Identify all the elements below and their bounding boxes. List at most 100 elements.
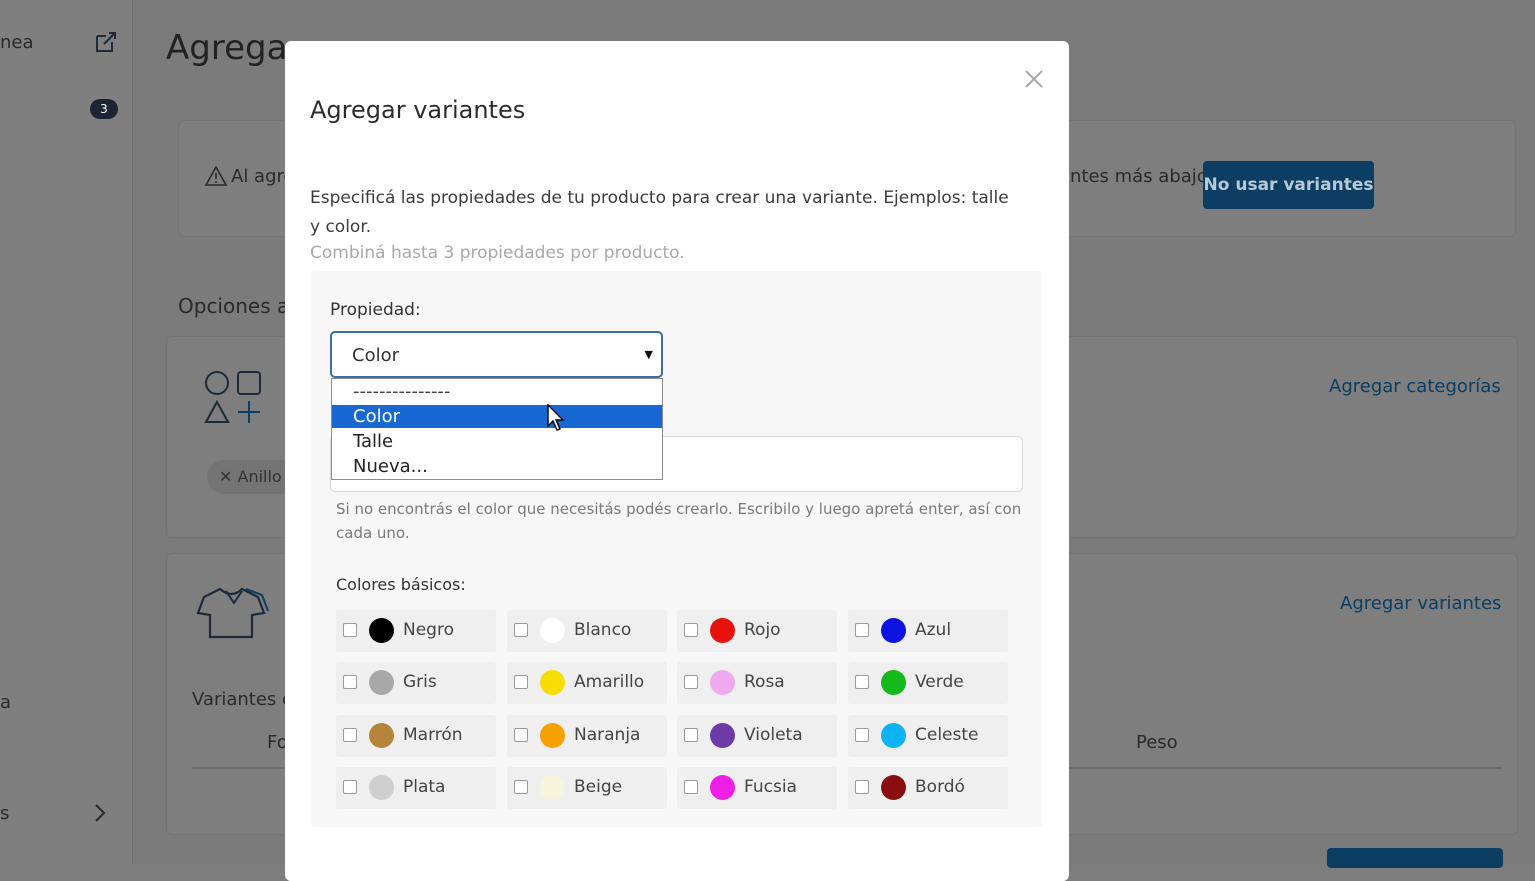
color-option-azul[interactable]: Azul (848, 610, 1008, 652)
sidebar-item-label[interactable]: s (0, 803, 9, 824)
color-option-fucsia[interactable]: Fucsia (677, 767, 837, 809)
color-help-text: Si no encontrás el color que necesitás p… (336, 500, 1022, 542)
color-option-verde[interactable]: Verde (848, 662, 1008, 704)
color-checkbox[interactable] (855, 675, 869, 689)
column-header-weight: Peso (1136, 732, 1178, 753)
color-option-label: Verde (915, 672, 964, 692)
color-dot-icon (369, 723, 394, 748)
color-option-naranja[interactable]: Naranja (507, 715, 667, 757)
dropdown-option-nueva[interactable]: Nueva... (332, 455, 662, 478)
dropdown-option-talle[interactable]: Talle (332, 430, 662, 453)
color-dot-icon (540, 618, 565, 643)
add-categories-link[interactable]: Agregar categorías (1329, 376, 1501, 397)
color-option-amarillo[interactable]: Amarillo (507, 662, 667, 704)
color-option-label: Negro (403, 620, 454, 640)
color-option-label: Celeste (915, 725, 979, 745)
color-option-beige[interactable]: Beige (507, 767, 667, 809)
property-dropdown-list: --------------- Color Talle Nueva... (331, 378, 663, 480)
color-checkbox[interactable] (343, 675, 357, 689)
color-checkbox[interactable] (514, 728, 528, 742)
color-option-blanco[interactable]: Blanco (507, 610, 667, 652)
dropdown-option-separator[interactable]: --------------- (332, 380, 662, 403)
color-dot-icon (881, 775, 906, 800)
color-option-negro[interactable]: Negro (336, 610, 496, 652)
color-option-label: Azul (915, 620, 952, 640)
property-select[interactable]: Color ▼ (330, 331, 663, 378)
dropdown-option-color[interactable]: Color (332, 405, 662, 428)
color-option-gris[interactable]: Gris (336, 662, 496, 704)
notification-badge: 3 (90, 99, 118, 119)
color-checkbox[interactable] (855, 728, 869, 742)
color-checkbox[interactable] (514, 780, 528, 794)
color-option-label: Plata (403, 777, 446, 797)
variants-heading: Variantes c (192, 689, 292, 710)
color-option-label: Gris (403, 672, 437, 692)
chip-label: Anillo (237, 467, 282, 486)
color-dot-icon (710, 775, 735, 800)
color-option-label: Violeta (744, 725, 803, 745)
color-checkbox[interactable] (343, 780, 357, 794)
color-dot-icon (369, 670, 394, 695)
color-option-label: Amarillo (574, 672, 645, 692)
color-checkbox[interactable] (684, 623, 698, 637)
color-checkbox[interactable] (684, 728, 698, 742)
color-checkbox[interactable] (343, 728, 357, 742)
category-chip[interactable]: ✕ Anillo (207, 460, 297, 494)
modal-title: Agregar variantes (310, 96, 526, 124)
color-option-plata[interactable]: Plata (336, 767, 496, 809)
color-checkbox[interactable] (343, 623, 357, 637)
property-label: Propiedad: (330, 300, 421, 320)
caret-down-icon: ▼ (644, 348, 653, 361)
color-option-label: Fucsia (744, 777, 797, 797)
color-option-label: Bordó (915, 777, 965, 797)
color-checkbox[interactable] (855, 780, 869, 794)
color-option-violeta[interactable]: Violeta (677, 715, 837, 757)
color-dot-icon (540, 723, 565, 748)
color-dot-icon (369, 618, 394, 643)
basic-colors-label: Colores básicos: (336, 575, 466, 594)
color-dot-icon (540, 670, 565, 695)
color-option-bordó[interactable]: Bordó (848, 767, 1008, 809)
color-checkbox[interactable] (514, 675, 528, 689)
property-limit-hint: Combiná hasta 3 propiedades por producto… (310, 243, 685, 263)
color-option-celeste[interactable]: Celeste (848, 715, 1008, 757)
shapes-icon (204, 371, 261, 423)
color-checkbox[interactable] (684, 780, 698, 794)
color-dot-icon (369, 775, 394, 800)
color-option-label: Naranja (574, 725, 641, 745)
save-button[interactable] (1327, 848, 1503, 868)
mouse-cursor-icon (547, 404, 565, 431)
color-option-label: Beige (574, 777, 623, 797)
close-icon[interactable] (1022, 67, 1046, 91)
color-option-marrón[interactable]: Marrón (336, 715, 496, 757)
tshirt-icon (196, 587, 269, 639)
color-dot-icon (540, 775, 565, 800)
color-dot-icon (710, 670, 735, 695)
color-dot-icon (881, 670, 906, 695)
color-option-label: Marrón (403, 725, 463, 745)
color-dot-icon (881, 618, 906, 643)
sidebar-item-label[interactable]: a (0, 692, 11, 713)
color-option-label: Blanco (574, 620, 632, 640)
sidebar-item-label[interactable]: nea (0, 32, 34, 53)
color-dot-icon (710, 723, 735, 748)
color-dot-icon (881, 723, 906, 748)
chevron-right-icon[interactable] (92, 802, 108, 824)
warning-text-end: ntes más abajo. (1070, 166, 1214, 187)
color-checkbox[interactable] (684, 675, 698, 689)
property-select-value: Color (352, 345, 399, 366)
color-checkbox[interactable] (514, 623, 528, 637)
color-option-rojo[interactable]: Rojo (677, 610, 837, 652)
color-checkbox[interactable] (855, 623, 869, 637)
sidebar: nea 3 a s (0, 0, 133, 864)
external-edit-icon[interactable] (94, 30, 118, 54)
add-variants-link[interactable]: Agregar variantes (1340, 593, 1501, 614)
color-option-rosa[interactable]: Rosa (677, 662, 837, 704)
page-title: Agrega (166, 28, 288, 68)
color-dot-icon (710, 618, 735, 643)
options-heading: Opciones a (178, 294, 290, 318)
warning-icon (205, 166, 227, 186)
color-option-label: Rosa (744, 672, 785, 692)
no-variants-button[interactable]: No usar variantes (1203, 161, 1374, 209)
color-option-label: Rojo (744, 620, 781, 640)
